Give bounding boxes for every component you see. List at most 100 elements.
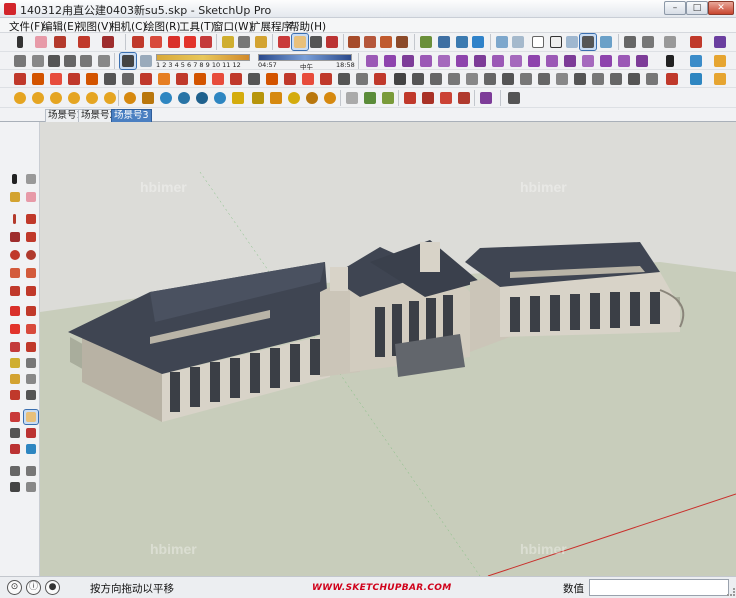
rectangle-tool-button[interactable] xyxy=(100,34,116,50)
style-shaded-textures-button[interactable] xyxy=(579,33,597,51)
extension-tool-4-button[interactable] xyxy=(176,90,192,106)
photo-texture-button[interactable] xyxy=(454,34,470,50)
zoom-window-tool-button[interactable] xyxy=(24,426,38,440)
plugin-tool-10-button[interactable] xyxy=(174,71,190,87)
extension-tool-13-button[interactable] xyxy=(344,90,360,106)
extension-tool-2-button[interactable] xyxy=(140,90,156,106)
zoom-tool-button[interactable] xyxy=(8,426,22,440)
tape-measure-tool-button[interactable] xyxy=(8,356,22,370)
plugin-tool-4-button[interactable] xyxy=(66,71,82,87)
outliner-button[interactable] xyxy=(712,34,728,50)
position-camera-tool-button[interactable] xyxy=(8,464,22,478)
standard-view-back-button[interactable] xyxy=(78,53,94,69)
menu-view[interactable]: 视图(V) xyxy=(76,19,112,34)
extension-tool-1-button[interactable] xyxy=(122,90,138,106)
plugin-tool-6-button[interactable] xyxy=(102,71,118,87)
plugin-tool-36-button[interactable] xyxy=(644,71,660,87)
checkmark-button[interactable] xyxy=(662,53,678,69)
plugin-tool-23-button[interactable] xyxy=(410,71,426,87)
line-tool-button[interactable] xyxy=(8,212,22,226)
3d-text-tool-button[interactable] xyxy=(24,388,38,402)
extension-tool-7-button[interactable] xyxy=(230,90,246,106)
toggle-terrain-button[interactable] xyxy=(436,34,452,50)
sandbox-tool-4-button[interactable] xyxy=(418,53,434,69)
two-point-arc-tool-button[interactable] xyxy=(24,266,38,280)
plugin-tool-14-button[interactable] xyxy=(246,71,262,87)
extension-tool-18-button[interactable] xyxy=(438,90,454,106)
extension-warehouse-button[interactable] xyxy=(394,34,410,50)
style-monochrome-button[interactable] xyxy=(598,34,614,50)
extension-tool-9-button[interactable] xyxy=(268,90,284,106)
extension-tool-8-button[interactable] xyxy=(250,90,266,106)
arc-tool-button[interactable] xyxy=(76,34,92,50)
extension-tool-5-button[interactable] xyxy=(194,90,210,106)
plugin-tool-29-button[interactable] xyxy=(518,71,534,87)
extension-tool-16-button[interactable] xyxy=(402,90,418,106)
extension-tool-10-button[interactable] xyxy=(286,90,302,106)
menu-window[interactable]: 窗口(W) xyxy=(213,19,253,34)
zoom-tool-button[interactable] xyxy=(308,34,324,50)
minimize-button[interactable]: – xyxy=(664,1,686,15)
style-xray-button[interactable] xyxy=(494,34,510,50)
zoom-extents-tool-button[interactable] xyxy=(8,442,22,456)
section-plane-button[interactable] xyxy=(622,34,638,50)
orbit-tool-button[interactable] xyxy=(8,410,22,424)
freehand-tool-button[interactable] xyxy=(24,212,38,226)
sandbox-tool-2-button[interactable] xyxy=(382,53,398,69)
standard-view-top-button[interactable] xyxy=(30,53,46,69)
plugin-tool-37-button[interactable] xyxy=(664,71,680,87)
push-pull-tool-button[interactable] xyxy=(24,304,38,318)
previous-view-button[interactable] xyxy=(24,442,38,456)
sandbox-tool-1-button[interactable] xyxy=(364,53,380,69)
extension-tool-12-button[interactable] xyxy=(322,90,338,106)
plugin-tool-31-button[interactable] xyxy=(554,71,570,87)
share-model-button[interactable] xyxy=(362,34,378,50)
shadow-time-slider[interactable] xyxy=(258,54,352,61)
menu-draw[interactable]: 绘图(R) xyxy=(144,19,181,34)
sandbox-tool-5-button[interactable] xyxy=(436,53,452,69)
plugin-tool-9-button[interactable] xyxy=(156,71,172,87)
dimension-tool-button[interactable] xyxy=(24,356,38,370)
follow-me-tool-button[interactable] xyxy=(148,34,164,50)
standard-view-left-button[interactable] xyxy=(96,53,112,69)
add-location-button[interactable] xyxy=(418,34,434,50)
standard-view-iso-button[interactable] xyxy=(12,53,28,69)
sandbox-tool-15-button[interactable] xyxy=(616,53,632,69)
plugin-tool-19-button[interactable] xyxy=(336,71,352,87)
plugin-tool-5-button[interactable] xyxy=(84,71,100,87)
plugin-tool-38-button[interactable] xyxy=(688,71,704,87)
select-tool-button[interactable] xyxy=(8,172,22,186)
rectangle-tool-button[interactable] xyxy=(8,230,22,244)
paint-bucket-tool-button[interactable] xyxy=(8,190,22,204)
circle-tool-button[interactable] xyxy=(8,248,22,262)
extension-tool-6-button[interactable] xyxy=(212,90,228,106)
maximize-button[interactable]: □ xyxy=(686,1,708,15)
offset-tool-button[interactable] xyxy=(24,340,38,354)
shadow-month-slider[interactable] xyxy=(156,54,250,61)
layers-button[interactable] xyxy=(688,34,704,50)
orbit-tool-button[interactable] xyxy=(276,34,292,50)
standard-view-front-button[interactable] xyxy=(46,53,62,69)
model-viewport[interactable]: hbimer hbimer hbimer hbimer xyxy=(40,122,736,576)
menu-extensions[interactable]: 扩展程序 xyxy=(250,19,292,34)
plugin-tool-32-button[interactable] xyxy=(572,71,588,87)
sandbox-tool-11-button[interactable] xyxy=(544,53,560,69)
style-shaded-button[interactable] xyxy=(564,34,580,50)
sandbox-tool-14-button[interactable] xyxy=(598,53,614,69)
pan-tool-button[interactable] xyxy=(291,33,309,51)
select-tool-button[interactable] xyxy=(12,34,28,50)
extension-tool-19-button[interactable] xyxy=(456,90,472,106)
sandbox-tool-3-button[interactable] xyxy=(400,53,416,69)
rotate-tool-button[interactable] xyxy=(182,34,198,50)
ruby-tool-2-button[interactable] xyxy=(30,90,46,106)
plugin-tool-15-button[interactable] xyxy=(264,71,280,87)
plugin-tool-3-button[interactable] xyxy=(48,71,64,87)
extension-tool-3-button[interactable] xyxy=(158,90,174,106)
tape-measure-tool-button[interactable] xyxy=(220,34,236,50)
menu-file[interactable]: 文件(F) xyxy=(9,19,44,34)
pan-tool-button[interactable] xyxy=(23,409,39,425)
walk-tool-button[interactable] xyxy=(8,480,22,494)
components-button[interactable] xyxy=(712,53,728,69)
materials-button[interactable] xyxy=(688,53,704,69)
follow-me-tool-button[interactable] xyxy=(24,322,38,336)
